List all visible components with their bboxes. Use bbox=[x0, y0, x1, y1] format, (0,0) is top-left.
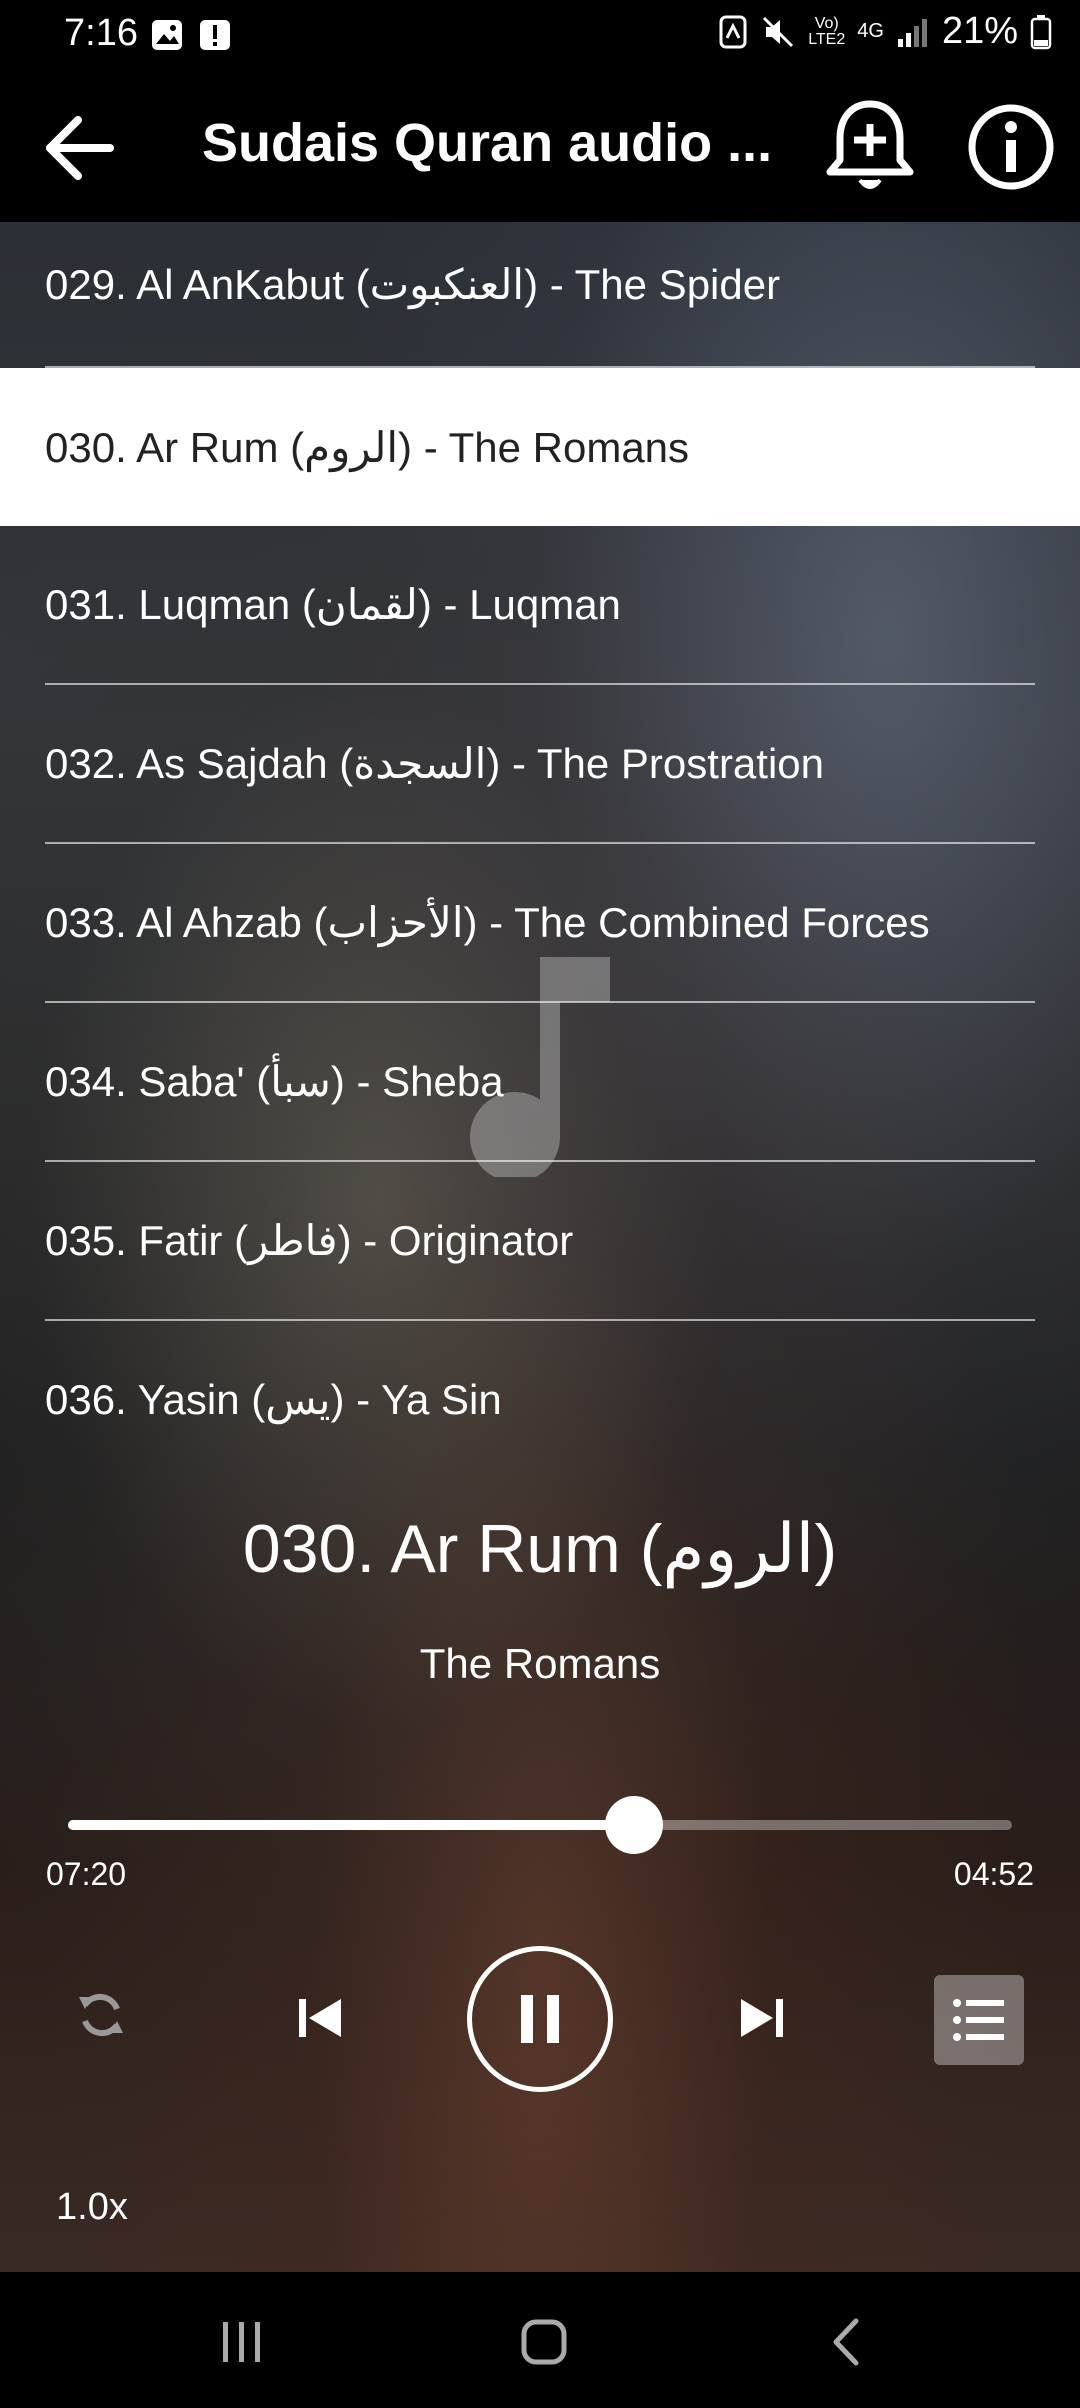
list-item[interactable]: 031. Luqman (لقمان) - Luqman bbox=[45, 526, 1035, 685]
seek-bar-thumb[interactable] bbox=[605, 1796, 664, 1854]
gallery-icon bbox=[152, 20, 182, 50]
list-item-label: 034. Saba' (سبأ) - Sheba bbox=[45, 1058, 504, 1105]
battery-percent: 21% bbox=[941, 10, 1018, 52]
back-arrow-icon[interactable] bbox=[40, 108, 120, 188]
system-nav-bar bbox=[0, 2272, 1080, 2408]
list-item-label: 033. Al Ahzab (الأحزاب) - The Combined F… bbox=[45, 899, 930, 946]
pause-button[interactable] bbox=[467, 1946, 613, 2092]
home-button[interactable] bbox=[504, 2312, 584, 2372]
alert-icon bbox=[200, 20, 230, 50]
pause-icon bbox=[521, 1995, 559, 2043]
playback-speed[interactable]: 1.0x bbox=[56, 2186, 128, 2229]
nfc-icon bbox=[719, 15, 747, 48]
list-item[interactable]: 032. As Sajdah (السجدة) - The Prostratio… bbox=[45, 685, 1035, 844]
list-item-label: 036. Yasin (يس) - Ya Sin bbox=[45, 1376, 502, 1423]
now-playing-subtitle: The Romans bbox=[419, 1640, 661, 1687]
list-item[interactable]: 034. Saba' (سبأ) - Sheba bbox=[45, 1003, 1035, 1162]
list-item-label: 032. As Sajdah (السجدة) - The Prostratio… bbox=[45, 740, 825, 787]
repeat-icon bbox=[79, 1993, 123, 2037]
status-bar: 7:16 Vo) LTE2 4G 21% bbox=[0, 0, 1080, 72]
list-item[interactable]: 029. Al AnKabut (العنكبوت) - The Spider bbox=[45, 222, 1035, 368]
surah-list: 029. Al AnKabut (العنكبوت) - The Spider … bbox=[0, 222, 1080, 1478]
list-item[interactable]: 033. Al Ahzab (الأحزاب) - The Combined F… bbox=[45, 844, 1035, 1003]
playlist-button[interactable] bbox=[934, 1975, 1024, 2065]
mute-icon bbox=[763, 16, 794, 47]
list-item-label: 030. Ar Rum (الروم) - The Romans bbox=[45, 423, 690, 471]
status-time: 7:16 bbox=[64, 12, 138, 54]
current-time: 07:20 bbox=[46, 1856, 127, 1892]
list-item-label: 035. Fatir (فاطر) - Originator bbox=[45, 1217, 574, 1264]
app-bar: Sudais Quran audio ... bbox=[0, 72, 1080, 222]
page-title: Sudais Quran audio ... bbox=[202, 113, 773, 173]
recent-apps-icon bbox=[223, 2322, 260, 2362]
list-item-label: 029. Al AnKabut (العنكبوت) - The Spider bbox=[45, 261, 781, 308]
skip-next-icon bbox=[741, 1999, 783, 2037]
recent-apps-button[interactable] bbox=[202, 2312, 282, 2372]
volte-icon: Vo) LTE2 bbox=[808, 14, 846, 48]
info-icon[interactable] bbox=[966, 102, 1056, 192]
next-button[interactable] bbox=[730, 1986, 794, 2050]
repeat-button[interactable] bbox=[68, 1982, 134, 2048]
total-time: 04:52 bbox=[953, 1856, 1034, 1892]
previous-button[interactable] bbox=[288, 1986, 352, 2050]
seek-bar[interactable] bbox=[68, 1796, 1012, 1854]
list-item-selected[interactable]: 030. Ar Rum (الروم) - The Romans bbox=[0, 368, 1080, 526]
list-item[interactable]: 035. Fatir (فاطر) - Originator bbox=[45, 1162, 1035, 1321]
list-icon bbox=[953, 1999, 1004, 2041]
network-type: 4G bbox=[857, 20, 884, 42]
system-back-button[interactable] bbox=[806, 2312, 886, 2372]
home-icon bbox=[521, 2319, 567, 2365]
add-alarm-bell-icon[interactable] bbox=[826, 98, 914, 198]
now-playing-title: 030. Ar Rum (الروم) bbox=[242, 1511, 838, 1587]
list-item-label: 031. Luqman (لقمان) - Luqman bbox=[45, 581, 621, 628]
battery-icon bbox=[1030, 14, 1052, 49]
chevron-left-icon bbox=[833, 2318, 859, 2366]
seek-bar-progress bbox=[68, 1820, 635, 1830]
signal-icon bbox=[897, 18, 927, 47]
list-item[interactable]: 036. Yasin (يس) - Ya Sin bbox=[45, 1321, 1035, 1478]
skip-previous-icon bbox=[299, 1999, 341, 2037]
